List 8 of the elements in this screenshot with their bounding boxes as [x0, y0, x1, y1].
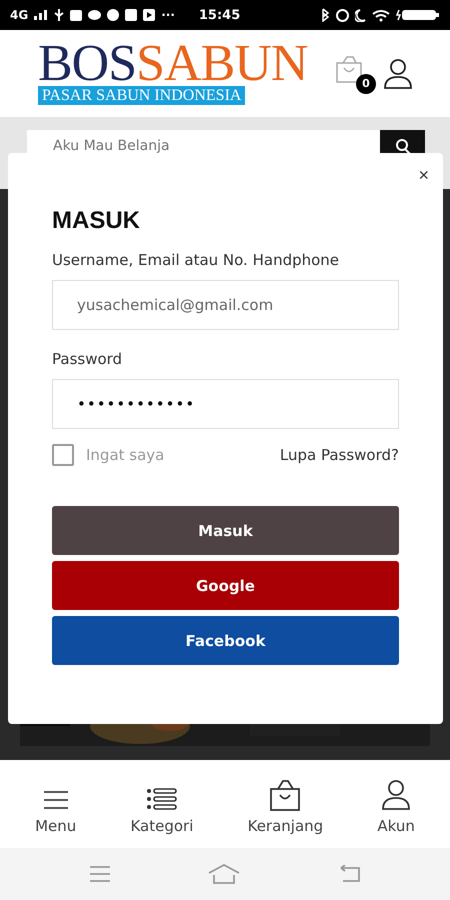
dialog-title: MASUK [52, 207, 141, 235]
network-label: 4G [10, 8, 28, 22]
clock: 15:45 [198, 8, 240, 22]
more-notifications: ··· [161, 8, 175, 22]
remember-label: Ingat saya [86, 446, 164, 464]
field-label: Password [52, 350, 124, 368]
cart-count-badge: 0 [356, 74, 376, 94]
field-label: Username, Email atau No. Handphone [52, 251, 340, 269]
